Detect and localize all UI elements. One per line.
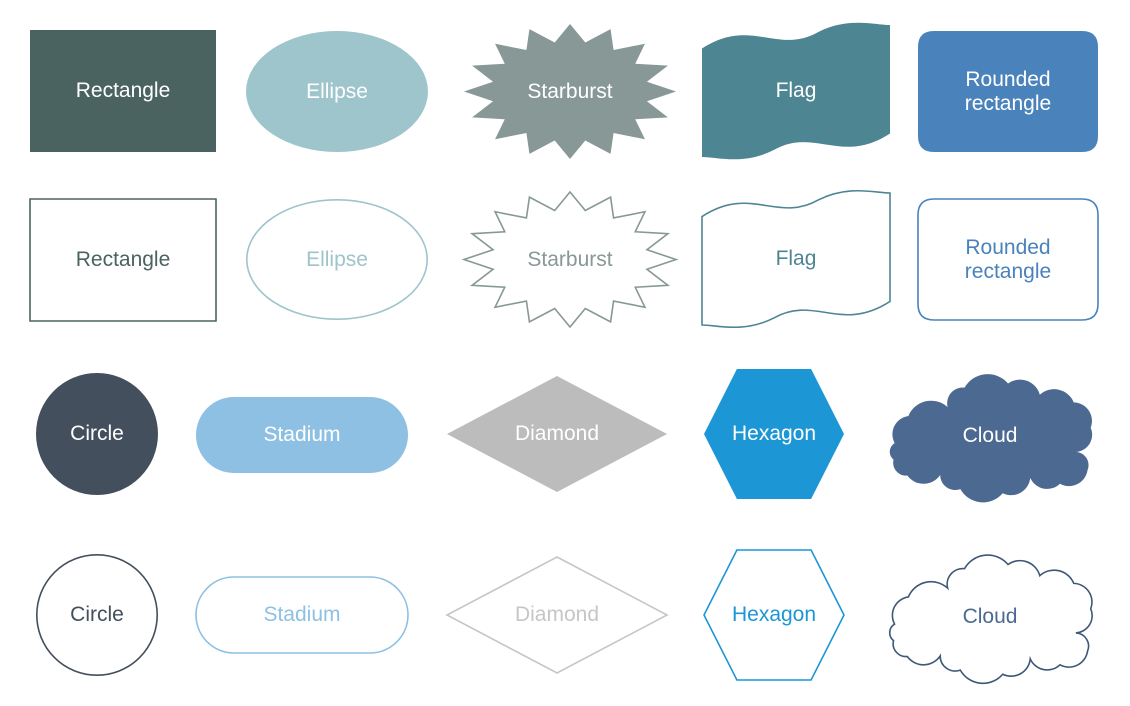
shape-diamond-filled[interactable]: Diamond xyxy=(443,372,671,496)
flag-glyph xyxy=(702,22,890,160)
shape-diamond-outlined[interactable]: Diamond xyxy=(443,553,671,677)
shape-flag-filled[interactable]: Flag xyxy=(698,21,894,161)
shape-library-canvas: Rectangle Ellipse Starburst Flag Rounded rec… xyxy=(0,0,1130,706)
shape-rounded-rectangle-filled[interactable]: Rounded rectangle xyxy=(914,27,1102,156)
shape-flag-outlined[interactable]: Flag xyxy=(698,189,894,329)
rounded-rectangle-glyph xyxy=(918,31,1098,152)
diamond-glyph xyxy=(447,376,667,492)
shape-cloud-outlined[interactable]: Cloud xyxy=(880,554,1100,680)
flag-glyph xyxy=(702,191,890,328)
diamond-glyph xyxy=(447,557,667,673)
shape-stadium-outlined[interactable]: Stadium xyxy=(192,573,412,657)
shape-rectangle-filled[interactable]: Rectangle xyxy=(26,26,220,156)
ellipse-glyph xyxy=(247,200,427,319)
starburst-glyph xyxy=(464,24,676,159)
ellipse-glyph xyxy=(246,31,428,152)
shape-stadium-filled[interactable]: Stadium xyxy=(192,393,412,477)
rectangle-glyph xyxy=(30,30,216,152)
stadium-glyph xyxy=(196,397,408,473)
shape-circle-filled[interactable]: Circle xyxy=(32,369,162,499)
circle-glyph xyxy=(36,373,158,495)
shape-hexagon-filled[interactable]: Hexagon xyxy=(700,365,848,503)
shape-ellipse-filled[interactable]: Ellipse xyxy=(242,27,432,156)
circle-glyph xyxy=(37,555,157,675)
cloud-glyph xyxy=(890,555,1092,683)
shape-starburst-filled[interactable]: Starburst xyxy=(460,20,680,163)
shape-starburst-outlined[interactable]: Starburst xyxy=(460,188,680,331)
shape-rounded-rectangle-outlined[interactable]: Rounded rectangle xyxy=(914,195,1102,324)
shape-ellipse-outlined[interactable]: Ellipse xyxy=(242,195,432,324)
rounded-rectangle-glyph xyxy=(918,199,1098,320)
shape-hexagon-outlined[interactable]: Hexagon xyxy=(700,546,848,684)
shape-cloud-filled[interactable]: Cloud xyxy=(880,373,1100,503)
hexagon-glyph xyxy=(704,550,844,680)
shape-circle-outlined[interactable]: Circle xyxy=(32,550,162,680)
stadium-glyph xyxy=(196,577,408,653)
hexagon-glyph xyxy=(704,369,844,499)
rectangle-glyph xyxy=(30,199,216,321)
starburst-glyph xyxy=(464,192,676,327)
cloud-glyph xyxy=(889,374,1093,503)
shape-rectangle-outlined[interactable]: Rectangle xyxy=(26,195,220,325)
